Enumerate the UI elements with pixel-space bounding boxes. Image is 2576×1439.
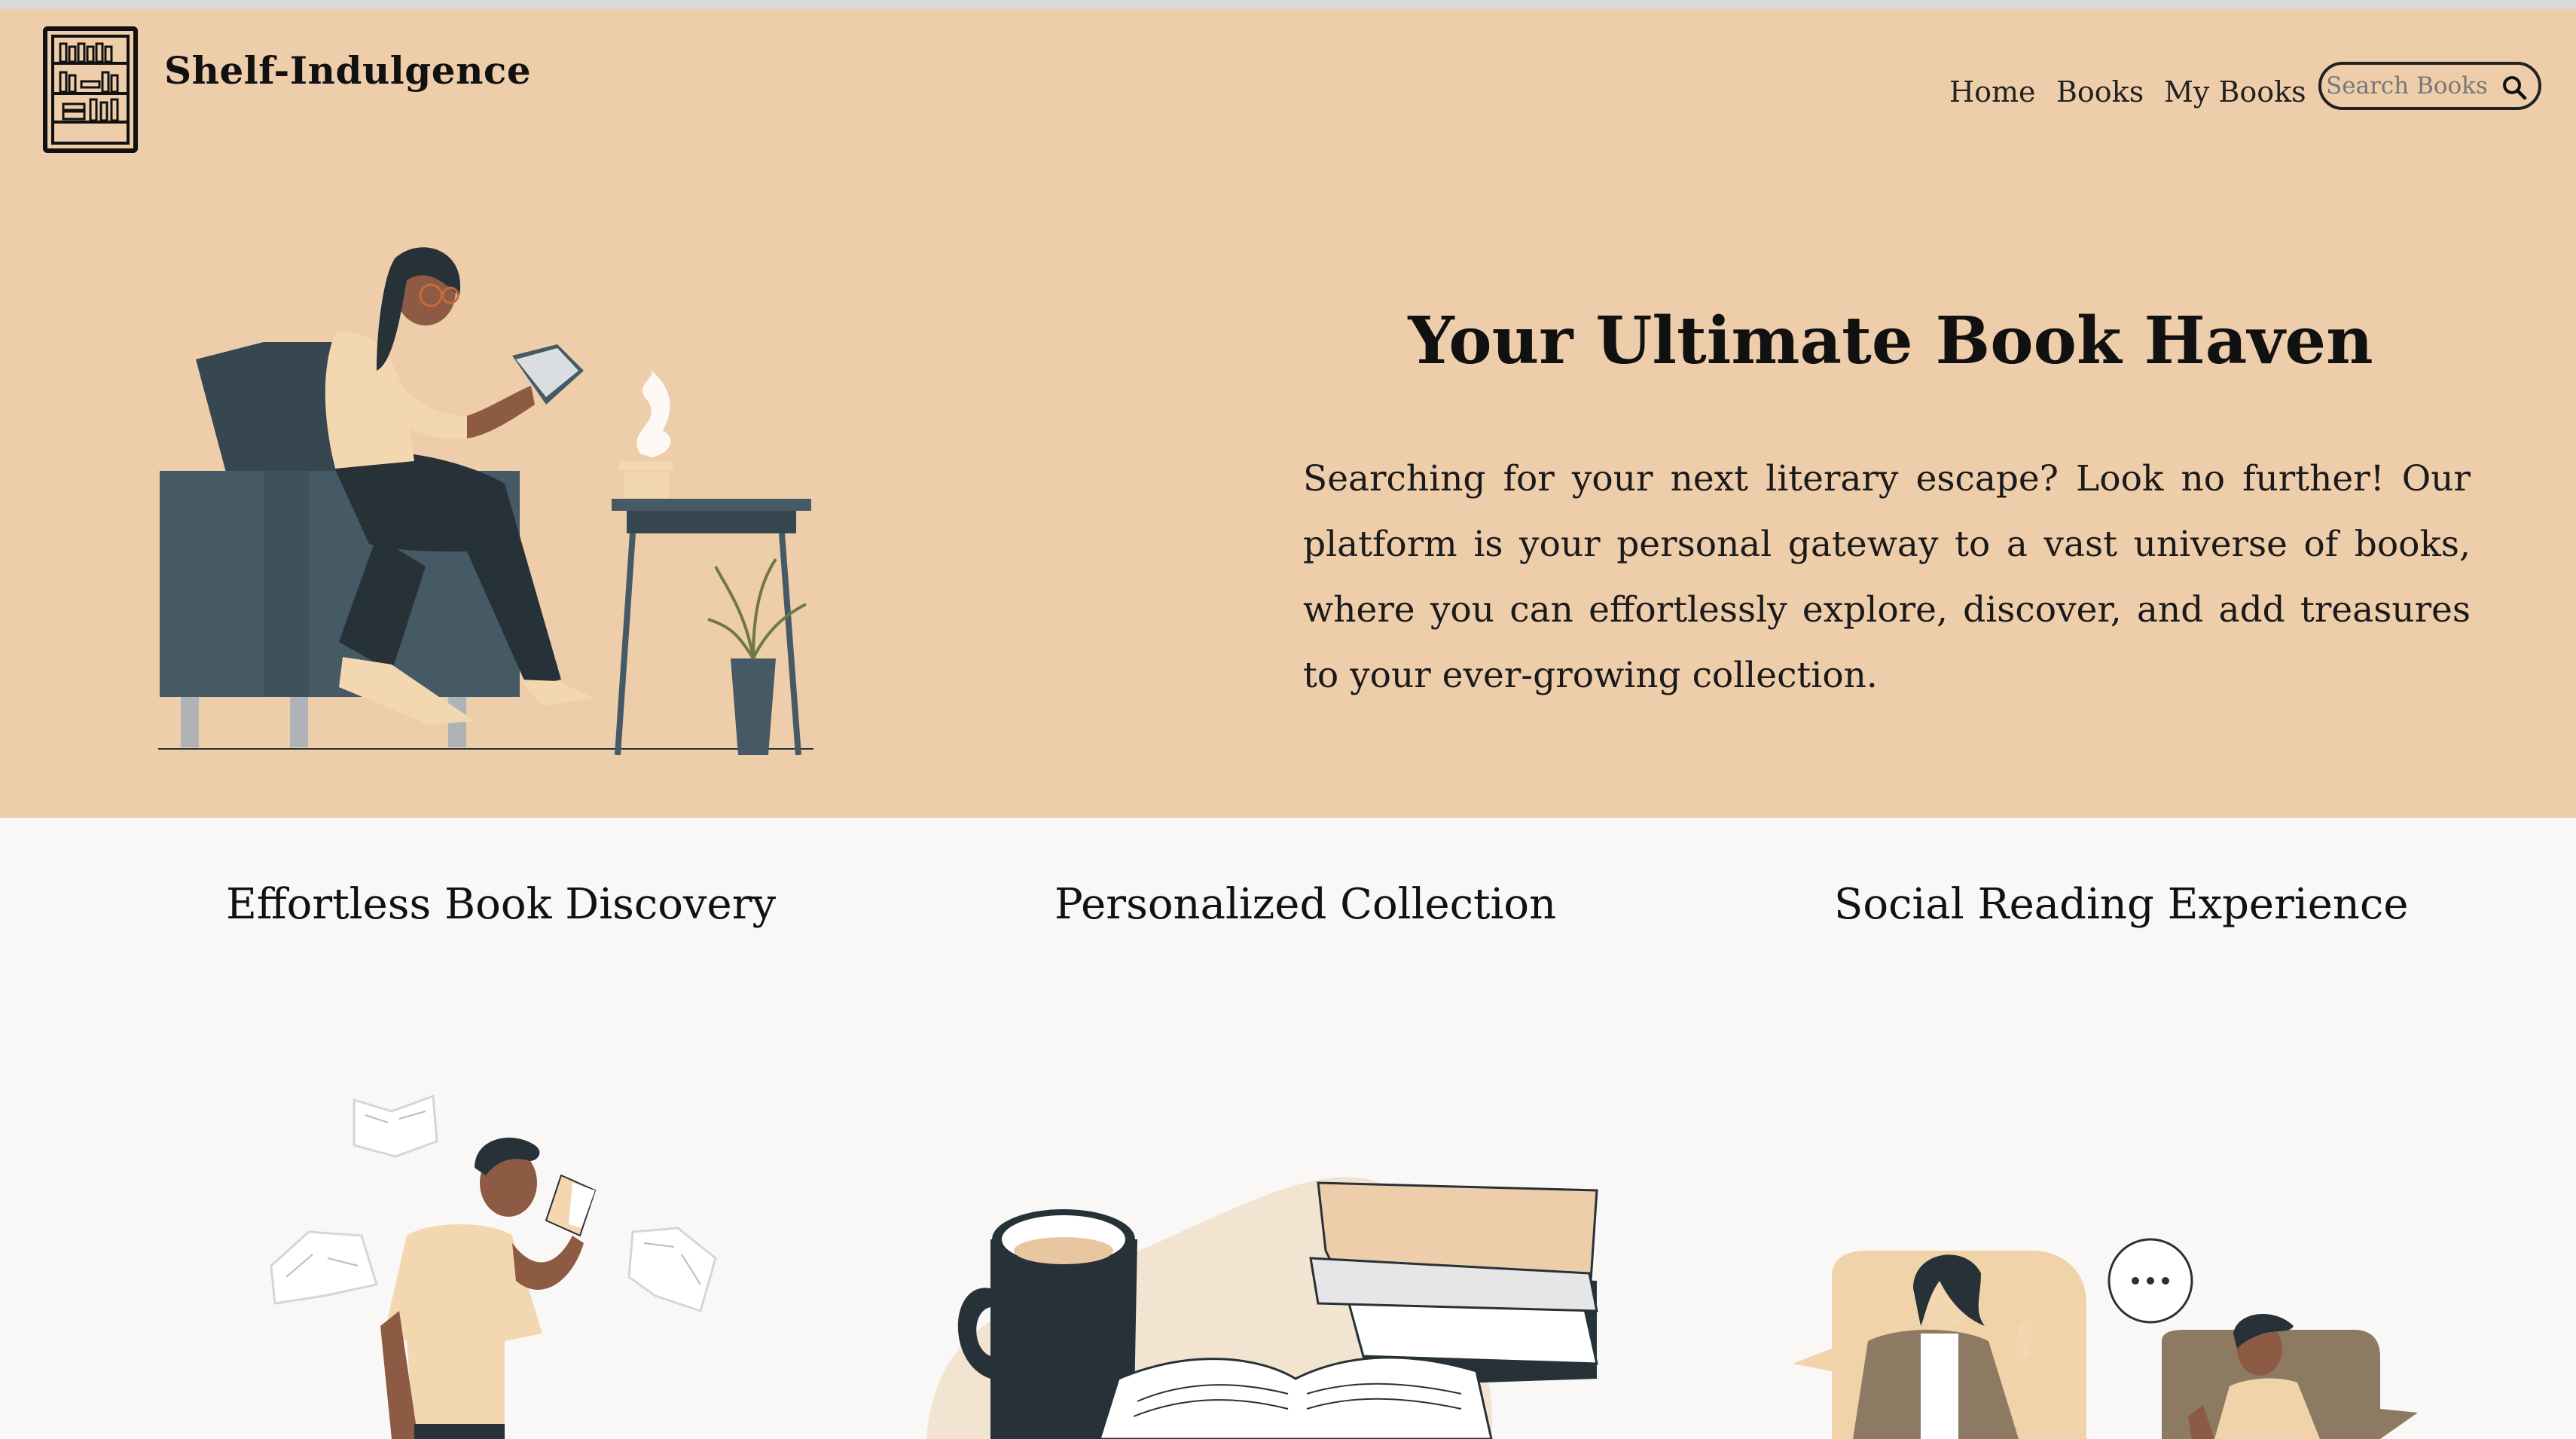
social-reading-illustration (1793, 1238, 2418, 1439)
hero-description: Searching for your next literary escape?… (1303, 458, 2471, 696)
search-input[interactable] (2326, 72, 2492, 99)
top-strip (0, 0, 2576, 9)
hero-title: Your Ultimate Book Haven (1408, 303, 2373, 379)
feature-title-social: Social Reading Experience (1834, 880, 2409, 929)
hero-section: Shelf-Indulgence Home Books My Books Sea… (0, 9, 2576, 818)
reading-woman-illustration (158, 247, 813, 756)
search-icon[interactable] (2501, 74, 2528, 101)
nav-home-link[interactable]: Home (1949, 75, 2036, 108)
feature-title-collection: Personalized Collection (1055, 880, 1557, 929)
brand-name[interactable]: Shelf-Indulgence (164, 48, 531, 93)
bookshelf-icon[interactable] (42, 26, 139, 154)
nav-my-books-link[interactable]: My Books (2164, 75, 2306, 108)
nav-books-link[interactable]: Books (2056, 75, 2144, 108)
search-box[interactable] (2318, 62, 2541, 110)
personalized-collection-illustration (926, 1177, 1598, 1439)
feature-title-discovery: Effortless Book Discovery (226, 880, 777, 929)
book-discovery-illustration (270, 1094, 717, 1439)
